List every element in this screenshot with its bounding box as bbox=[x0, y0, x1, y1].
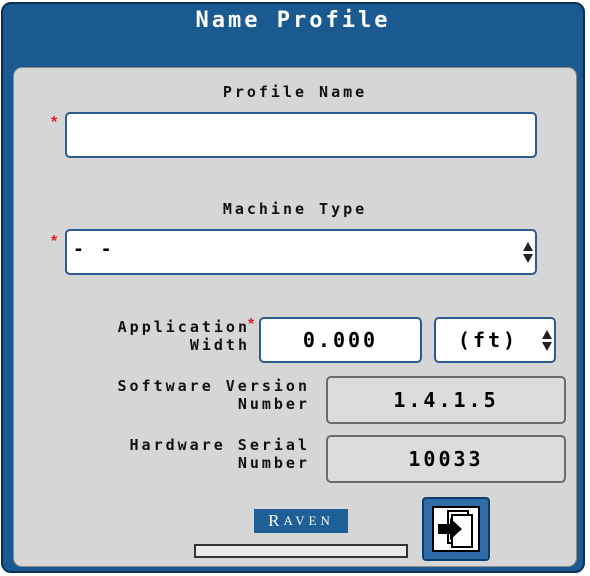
next-page-icon-graphic bbox=[438, 510, 473, 548]
software-version-label-line1: Software Version bbox=[117, 377, 310, 395]
width-unit-value: (ft) bbox=[457, 328, 519, 352]
width-unit-dropdown[interactable]: (ft) bbox=[434, 317, 556, 363]
software-version-label-line2: Number bbox=[237, 395, 310, 413]
profile-name-required-mark: * bbox=[51, 114, 58, 131]
next-button[interactable] bbox=[422, 497, 490, 561]
software-version-display: 1.4.1.5 bbox=[326, 376, 566, 424]
unit-spinner-arrows-icon[interactable] bbox=[542, 326, 552, 354]
spinner-arrows-icon[interactable] bbox=[523, 238, 533, 266]
application-width-required-mark: * bbox=[248, 316, 255, 333]
application-width-value: 0.000 bbox=[302, 328, 379, 352]
application-width-label-line1: Application bbox=[117, 318, 250, 336]
raven-logo-first-letter: R bbox=[268, 511, 284, 530]
hardware-serial-label: Hardware Serial Number bbox=[70, 436, 310, 472]
hardware-serial-label-line2: Number bbox=[237, 454, 310, 472]
machine-type-required-mark: * bbox=[51, 233, 58, 250]
software-version-label: Software Version Number bbox=[70, 377, 310, 413]
hardware-serial-label-line1: Hardware Serial bbox=[129, 436, 310, 454]
profile-name-label: Profile Name bbox=[222, 83, 368, 101]
next-page-icon bbox=[432, 506, 480, 552]
raven-logo-rest: AVEN bbox=[283, 513, 334, 528]
software-version-value: 1.4.1.5 bbox=[393, 388, 499, 412]
hardware-serial-value: 10033 bbox=[408, 447, 484, 471]
profile-name-input[interactable] bbox=[65, 112, 537, 158]
dialog-title: Name Profile bbox=[195, 8, 391, 33]
application-width-label-line2: Width bbox=[189, 336, 250, 354]
raven-logo: R AVEN bbox=[254, 509, 348, 533]
progress-bar bbox=[194, 544, 408, 558]
machine-type-label: Machine Type bbox=[222, 200, 368, 218]
application-width-input[interactable]: 0.000 bbox=[259, 317, 422, 363]
machine-type-value: - - bbox=[73, 239, 115, 260]
machine-type-dropdown[interactable]: - - bbox=[65, 229, 537, 275]
application-width-label: Application Width bbox=[60, 318, 250, 354]
hardware-serial-display: 10033 bbox=[326, 435, 566, 483]
